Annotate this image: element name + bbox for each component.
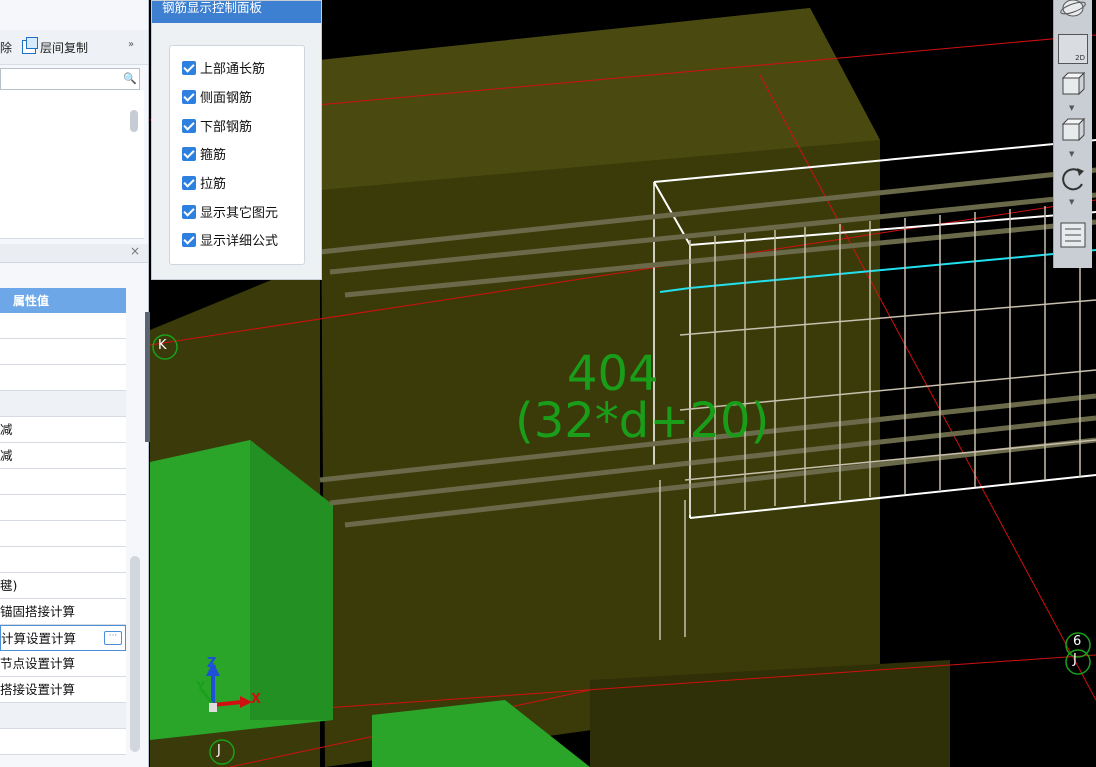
- checkbox-checked-icon[interactable]: [182, 119, 196, 133]
- property-value-column-header: 属性值: [0, 288, 126, 313]
- property-row[interactable]: [0, 729, 126, 755]
- toolbar-row: 除 层间复制 »: [0, 30, 148, 65]
- option-label: 侧面钢筋: [200, 91, 253, 106]
- option-label: 拉筋: [200, 177, 227, 192]
- property-scrollbar[interactable]: [130, 556, 140, 752]
- checkbox-checked-icon[interactable]: [182, 233, 196, 247]
- axis-y-label: Y: [196, 680, 206, 695]
- property-row[interactable]: 锚固搭接计算: [0, 599, 126, 625]
- chevron-down-icon[interactable]: ▼: [1069, 150, 1074, 158]
- 3d-view-cube-icon[interactable]: [1058, 70, 1088, 100]
- property-row[interactable]: 搭接设置计算: [0, 677, 126, 703]
- search-input[interactable]: 🔍: [0, 68, 140, 90]
- option-bottom-rebar[interactable]: 下部钢筋: [182, 118, 252, 138]
- property-row-value: 计算设置计算: [1, 631, 77, 646]
- property-row[interactable]: 节点设置计算: [0, 651, 126, 677]
- option-label: 显示详细公式: [200, 234, 279, 249]
- checkbox-checked-icon[interactable]: [182, 61, 196, 75]
- component-tree-list[interactable]: [0, 90, 144, 239]
- checkbox-checked-icon[interactable]: [182, 205, 196, 219]
- rebar-option-list: 上部通长筋 侧面钢筋 下部钢筋 箍筋 拉筋 显示其它图元 显示详细公式: [169, 45, 305, 265]
- checkbox-checked-icon[interactable]: [182, 176, 196, 190]
- layer-copy-button[interactable]: 层间复制: [40, 39, 88, 56]
- chevron-down-icon[interactable]: ▼: [1069, 104, 1074, 112]
- property-row[interactable]: [0, 391, 126, 417]
- search-icon[interactable]: 🔍: [123, 72, 137, 85]
- option-label: 箍筋: [200, 148, 227, 163]
- view-toolbar: 2D ▼ ▼ ▼: [1053, 0, 1092, 268]
- option-top-continuous-bar[interactable]: 上部通长筋: [182, 60, 265, 80]
- rebar-panel-title[interactable]: 钢筋显示控制面板: [152, 1, 321, 23]
- option-tie-bar[interactable]: 拉筋: [182, 175, 226, 195]
- checkbox-checked-icon[interactable]: [182, 147, 196, 161]
- grid-label-j-right: J: [1073, 652, 1077, 667]
- rotate-icon[interactable]: [1058, 164, 1088, 194]
- option-side-rebar[interactable]: 侧面钢筋: [182, 89, 252, 109]
- orbit-icon[interactable]: [1058, 0, 1088, 30]
- rebar-display-control-panel: 钢筋显示控制面板 上部通长筋 侧面钢筋 下部钢筋 箍筋 拉筋 显示其它图元 显示…: [151, 0, 322, 280]
- property-row[interactable]: [0, 313, 126, 339]
- option-show-other-elements[interactable]: 显示其它图元: [182, 204, 278, 224]
- option-label: 显示其它图元: [200, 206, 279, 221]
- property-row[interactable]: [0, 365, 126, 391]
- grid-label-6: 6: [1073, 634, 1082, 649]
- property-row[interactable]: 毽): [0, 573, 126, 599]
- property-row[interactable]: [0, 339, 126, 365]
- checkbox-checked-icon[interactable]: [182, 90, 196, 104]
- rebar-length-formula: (32*d+20): [515, 393, 770, 449]
- box-view-icon[interactable]: [1058, 116, 1088, 146]
- chevron-down-icon[interactable]: ▼: [1069, 198, 1074, 206]
- option-stirrup[interactable]: 箍筋: [182, 146, 226, 166]
- grid-label-k: K: [158, 338, 167, 353]
- property-row[interactable]: [0, 469, 126, 495]
- property-row[interactable]: [0, 521, 126, 547]
- grid-label-j-bottom: J: [217, 743, 221, 758]
- axis-x-label: X: [251, 692, 262, 707]
- option-label: 下部钢筋: [200, 120, 253, 135]
- axis-z-label: Z: [207, 656, 217, 671]
- close-icon[interactable]: ×: [130, 244, 140, 258]
- option-show-detailed-formula[interactable]: 显示详细公式: [182, 232, 278, 252]
- delete-button-partial[interactable]: 除: [0, 39, 12, 56]
- property-row-selected[interactable]: 计算设置计算 ···: [0, 625, 126, 651]
- property-panel-titlebar: ×: [0, 244, 148, 263]
- property-row[interactable]: [0, 495, 126, 521]
- property-row[interactable]: [0, 547, 126, 573]
- view-2d-button[interactable]: 2D: [1058, 34, 1088, 64]
- property-row[interactable]: 减: [0, 443, 126, 469]
- layer-copy-icon: [22, 37, 38, 54]
- left-property-panel: 除 层间复制 » 🔍 × 属性值 减 减 毽) 锚固搭接计算 计算设置计算 ··…: [0, 0, 149, 767]
- toolbar-overflow-button[interactable]: »: [128, 39, 134, 50]
- list-view-icon[interactable]: [1058, 220, 1088, 250]
- property-grid: 属性值 减 减 毽) 锚固搭接计算 计算设置计算 ··· 节点设置计算 搭接设置…: [0, 288, 126, 755]
- option-label: 上部通长筋: [200, 62, 266, 77]
- ellipsis-button[interactable]: ···: [104, 631, 122, 645]
- view-2d-label: 2D: [1075, 54, 1085, 62]
- rebar-length-value: 404: [567, 346, 659, 402]
- tree-scrollbar-thumb[interactable]: [130, 110, 138, 132]
- property-row[interactable]: [0, 703, 126, 729]
- property-row[interactable]: 减: [0, 417, 126, 443]
